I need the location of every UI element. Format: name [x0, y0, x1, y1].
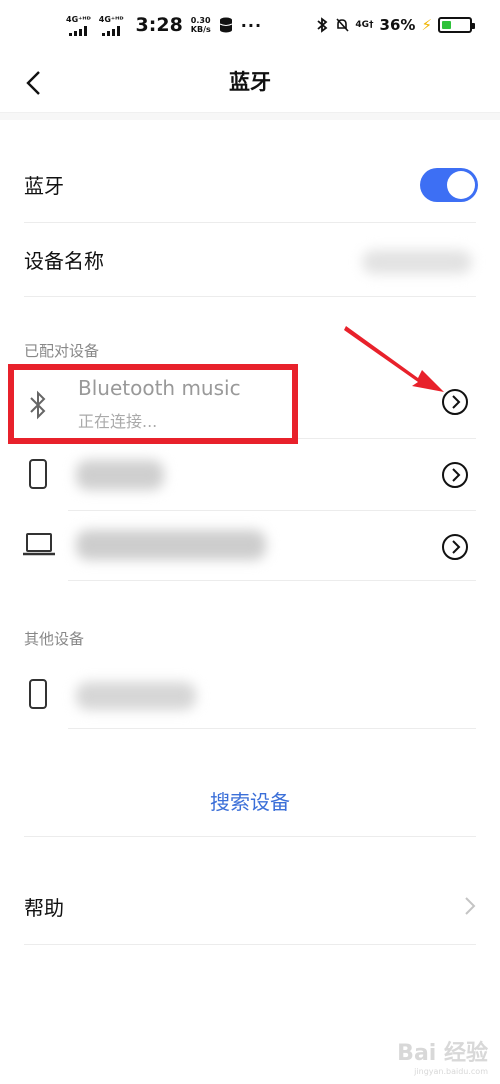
page-title: 蓝牙 [229, 70, 271, 94]
divider [68, 580, 476, 581]
chevron-right-icon [452, 395, 461, 409]
battery-percent: 36% [379, 16, 416, 34]
device-name-label[interactable]: 设备名称 [24, 245, 104, 274]
more-notifications-icon: ··· [240, 15, 263, 35]
network-3-label: 4G† [355, 20, 374, 30]
chevron-right-icon [452, 540, 461, 554]
network-speed: 0.30 KB/s [190, 16, 211, 34]
paired-device-name-blurred[interactable] [76, 460, 164, 490]
divider [68, 510, 476, 511]
annotation-arrow [344, 326, 444, 392]
divider [24, 296, 476, 297]
search-devices-button[interactable]: 搜索设备 [0, 786, 500, 815]
toggle-knob [447, 171, 475, 199]
signal-2-icon: 4G⁺ᴴᴰ [99, 15, 124, 36]
signal-1-icon: 4G⁺ᴴᴰ [66, 15, 91, 36]
bluetooth-label: 蓝牙 [24, 174, 64, 198]
device-name-value-blurred [362, 250, 472, 274]
nav-divider [0, 112, 500, 120]
device-info-button[interactable] [442, 534, 468, 560]
divider [68, 728, 476, 729]
help-label[interactable]: 帮助 [24, 892, 64, 921]
bluetooth-status-icon [317, 17, 328, 33]
battery-icon [438, 17, 475, 33]
phone-icon [29, 679, 47, 709]
other-device-name-blurred[interactable] [76, 682, 196, 710]
device-info-button[interactable] [442, 462, 468, 488]
phone-icon [29, 459, 47, 489]
divider [24, 836, 476, 837]
bluetooth-toggle[interactable] [420, 168, 478, 202]
chevron-right-icon[interactable] [464, 896, 476, 916]
other-devices-header: 其他设备 [24, 630, 85, 648]
paired-devices-header: 已配对设备 [24, 342, 100, 360]
paired-device-name-blurred[interactable] [76, 530, 266, 560]
divider [24, 944, 476, 945]
baidu-watermark: Bai 经验 jingyan.baidu.com [397, 1041, 488, 1076]
status-bar: 4G⁺ᴴᴰ 4G⁺ᴴᴰ 3:28 0.30 KB/s ··· 4G† 36% ⚡ [0, 0, 500, 56]
divider [24, 222, 476, 223]
mute-bell-icon [336, 18, 349, 32]
nav-bar: 蓝牙 [0, 56, 500, 112]
clock: 3:28 [135, 14, 183, 36]
laptop-icon [23, 533, 55, 556]
annotation-highlight-box [8, 364, 298, 444]
charging-icon: ⚡ [421, 16, 432, 34]
database-icon [219, 17, 233, 33]
chevron-right-icon [452, 468, 461, 482]
